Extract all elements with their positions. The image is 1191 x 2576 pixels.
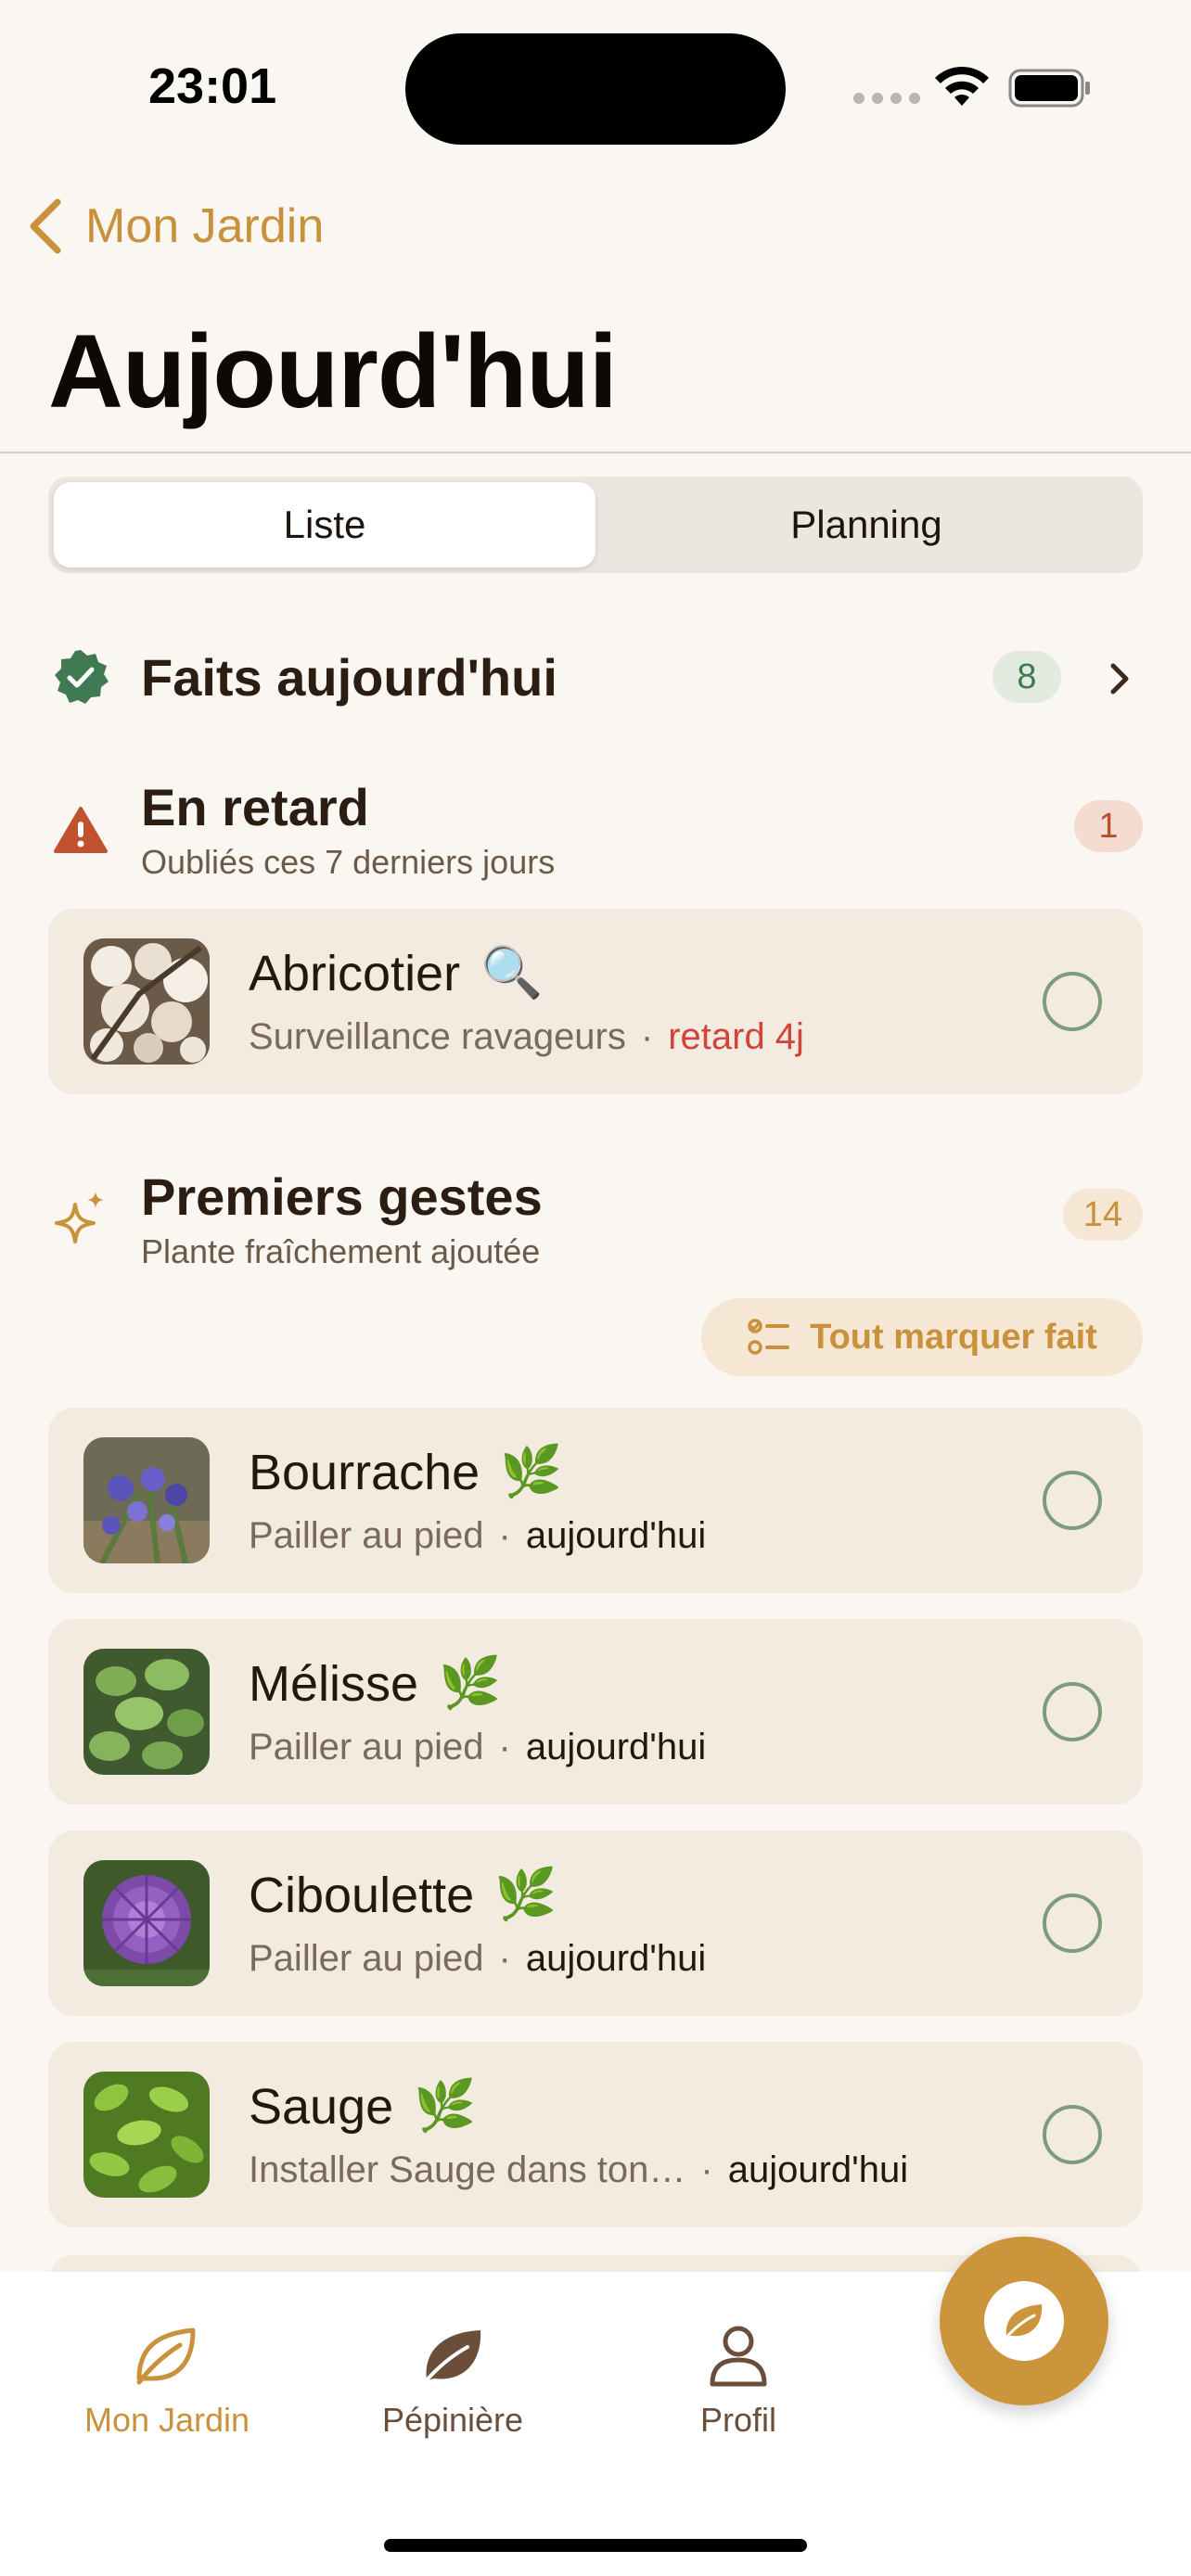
task-card-melisse[interactable]: Mélisse 🌿 Pailler au pied · aujourd'hui	[48, 1619, 1143, 1804]
late-title: En retard	[141, 778, 369, 836]
magnifier-icon: 🔍	[480, 945, 544, 1001]
herb-icon: 🌿	[414, 2078, 477, 2134]
separator-dot: ·	[640, 1016, 654, 1057]
late-count-badge: 1	[1074, 800, 1143, 852]
dynamic-island	[405, 33, 786, 145]
task-card-bourrache[interactable]: Bourrache 🌿 Pailler au pied · aujourd'hui	[48, 1408, 1143, 1593]
chevron-left-icon	[30, 198, 61, 254]
herb-icon: 🌿	[439, 1655, 502, 1711]
leaf-outline-icon	[136, 2327, 196, 2385]
plant-name: Mélisse	[249, 1655, 419, 1712]
separator-dot: ·	[498, 1727, 511, 1767]
complete-checkbox[interactable]	[1043, 1471, 1102, 1530]
task-label: Surveillance ravageurs	[249, 1016, 626, 1057]
plant-name: Sauge	[249, 2078, 394, 2135]
segment-planning[interactable]: Planning	[596, 482, 1137, 567]
late-subtitle: Oubliés ces 7 derniers jours	[141, 843, 556, 881]
tab-label: Mon Jardin	[83, 2401, 250, 2439]
complete-checkbox[interactable]	[1043, 1682, 1102, 1741]
warning-icon	[48, 797, 113, 862]
complete-checkbox[interactable]	[1043, 2105, 1102, 2164]
plant-name: Abricotier	[249, 945, 461, 1001]
separator-dot: ·	[498, 1515, 511, 1556]
back-button[interactable]: Mon Jardin	[26, 197, 324, 256]
status-time: 23:01	[148, 58, 277, 114]
first-steps-subtitle: Plante fraîchement ajoutée	[141, 1232, 541, 1270]
plant-name: Ciboulette	[249, 1867, 475, 1923]
cellular-signal-icon	[853, 93, 920, 104]
tab-label: Pépinière	[381, 2401, 524, 2439]
plant-thumbnail	[83, 2072, 210, 2198]
segment-liste[interactable]: Liste	[54, 482, 596, 567]
first-steps-title: Premiers gestes	[141, 1167, 543, 1226]
plant-thumbnail	[83, 938, 210, 1065]
task-due: retard 4j	[668, 1016, 804, 1057]
verified-check-icon	[48, 644, 113, 709]
person-icon	[710, 2326, 767, 2387]
separator-dot: ·	[700, 2149, 713, 2190]
task-label: Installer Sauge dans ton…	[249, 2149, 686, 2190]
tab-profil[interactable]: Profil	[649, 2323, 827, 2440]
complete-checkbox[interactable]	[1043, 972, 1102, 1031]
task-card-ciboulette[interactable]: Ciboulette 🌿 Pailler au pied · aujourd'hui	[48, 1830, 1143, 2016]
task-due: aujourd'hui	[525, 1515, 707, 1556]
mark-all-label: Tout marquer fait	[810, 1317, 1097, 1357]
back-label: Mon Jardin	[85, 199, 325, 253]
late-section-header: En retard Oubliés ces 7 derniers jours 1	[48, 777, 1143, 881]
leaf-chat-icon	[1003, 2304, 1043, 2341]
tab-mon-jardin[interactable]: Mon Jardin	[78, 2323, 256, 2440]
first-steps-count-badge: 14	[1062, 1189, 1143, 1241]
ai-assistant-button[interactable]	[940, 2237, 1108, 2405]
complete-checkbox[interactable]	[1043, 1894, 1102, 1953]
task-label: Pailler au pied	[249, 1938, 484, 1979]
page-title: Aujourd'hui	[48, 313, 618, 429]
view-segmented-control: Liste Planning	[48, 477, 1143, 573]
plant-thumbnail	[83, 1860, 210, 1986]
done-count-badge: 8	[992, 651, 1061, 703]
chevron-right-icon	[1110, 663, 1129, 695]
home-indicator	[384, 2539, 807, 2552]
herb-icon: 🌿	[500, 1444, 563, 1499]
separator-dot: ·	[498, 1938, 511, 1979]
task-due: aujourd'hui	[727, 2149, 909, 2190]
tab-label: Profil	[699, 2401, 777, 2439]
nav-divider	[0, 452, 1191, 453]
leaf-filled-icon	[421, 2330, 481, 2386]
tab-pepiniere[interactable]: Pépinière	[364, 2323, 542, 2440]
checklist-icon	[748, 1319, 790, 1355]
done-today-title: Faits aujourd'hui	[141, 647, 557, 707]
mark-all-done-button[interactable]: Tout marquer fait	[701, 1298, 1143, 1376]
herb-icon: 🌿	[494, 1867, 557, 1922]
task-card-sauge[interactable]: Sauge 🌿 Installer Sauge dans ton… · aujour…	[48, 2042, 1143, 2227]
task-label: Pailler au pied	[249, 1727, 484, 1767]
plant-name: Bourrache	[249, 1444, 480, 1500]
task-due: aujourd'hui	[525, 1727, 707, 1767]
wifi-icon	[935, 66, 989, 106]
plant-thumbnail	[83, 1649, 210, 1775]
sparkles-icon	[48, 1187, 113, 1252]
done-today-row[interactable]: Faits aujourd'hui 8	[48, 640, 1143, 714]
plant-thumbnail	[83, 1437, 210, 1563]
task-label: Pailler au pied	[249, 1515, 484, 1556]
battery-icon	[1008, 69, 1090, 108]
task-card-abricotier[interactable]: Abricotier 🔍 Surveillance ravageurs · reta…	[48, 909, 1143, 1094]
first-steps-section-header: Premiers gestes Plante fraîchement ajout…	[48, 1167, 1143, 1270]
task-due: aujourd'hui	[525, 1938, 707, 1979]
